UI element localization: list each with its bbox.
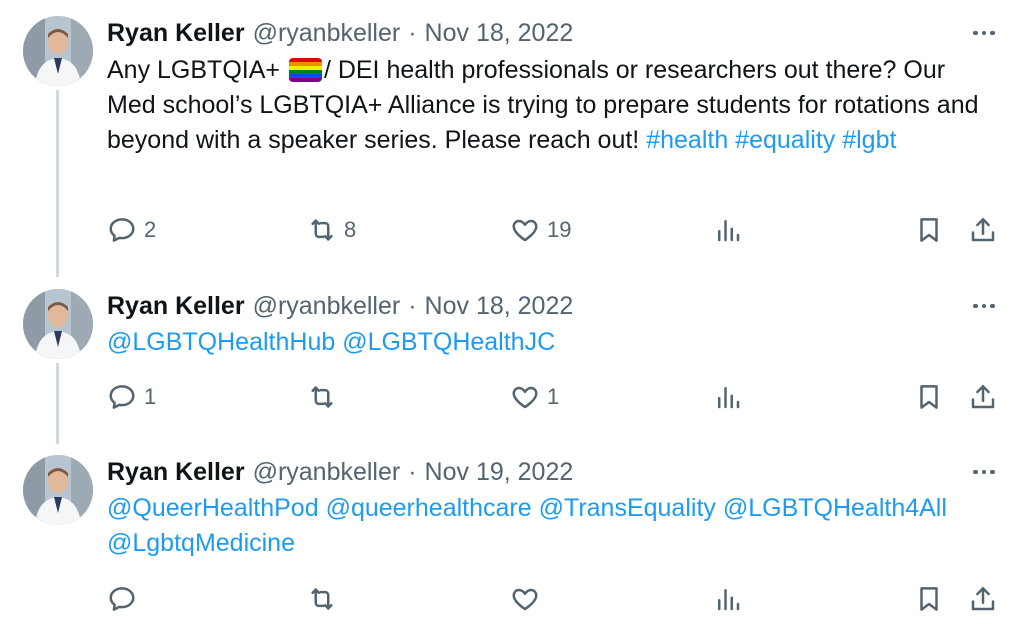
action-bar: 2 8 19 [0, 210, 1024, 250]
reply-icon [109, 385, 135, 409]
author-handle[interactable]: @ryanbkeller [253, 458, 401, 487]
author-name[interactable]: Ryan Keller [107, 19, 245, 48]
views-icon [718, 589, 740, 611]
more-icon[interactable] [970, 292, 998, 320]
avatar[interactable] [23, 16, 93, 86]
mention-link[interactable]: @LGBTQHealth4All [723, 494, 947, 522]
mention-link[interactable]: @queerhealthcare [326, 494, 532, 522]
views-icon [718, 220, 740, 242]
tweet-date[interactable]: Nov 19, 2022 [425, 458, 574, 487]
like-icon [512, 588, 538, 611]
retweet-icon [311, 386, 333, 408]
tweet-text-part: Any LGBTQIA+ [107, 56, 287, 84]
author-name[interactable]: Ryan Keller [107, 458, 245, 487]
views-button[interactable] [713, 210, 743, 250]
views-button[interactable] [713, 579, 743, 619]
tweet-header: Ryan Keller @ryanbkeller · Nov 19, 2022 [107, 455, 573, 489]
bookmark-icon [920, 587, 938, 611]
tweet-text: @LGBTQHealthHub @LGBTQHealthJC [107, 325, 997, 360]
reply-button[interactable] [107, 579, 144, 619]
tweet-text: Any LGBTQIA+ / DEI health professionals … [107, 53, 997, 158]
like-count: 19 [547, 217, 572, 242]
author-handle[interactable]: @ryanbkeller [253, 19, 401, 48]
hashtag-link[interactable]: #health [646, 126, 728, 154]
like-button[interactable]: 1 [510, 377, 559, 417]
avatar-photo [23, 455, 93, 525]
mention-link[interactable]: @LGBTQHealthHub [107, 328, 335, 356]
tweet-header: Ryan Keller @ryanbkeller · Nov 18, 2022 [107, 289, 573, 323]
mention-link[interactable]: @LGBTQHealthJC [342, 328, 555, 356]
like-button[interactable] [510, 579, 547, 619]
bookmark-icon [920, 385, 938, 409]
share-icon [971, 587, 995, 611]
bookmark-icon [920, 218, 938, 242]
like-button[interactable]: 19 [510, 210, 571, 250]
hashtag-link[interactable]: #lgbt [842, 126, 896, 154]
action-bar [0, 579, 1024, 619]
bookmark-button[interactable] [914, 210, 944, 250]
more-icon[interactable] [970, 19, 998, 47]
share-button[interactable] [968, 579, 998, 619]
like-count: 1 [547, 384, 560, 409]
more-icon[interactable] [970, 458, 998, 486]
reply-icon [109, 587, 135, 611]
author-handle[interactable]: @ryanbkeller [253, 292, 401, 321]
share-button[interactable] [968, 210, 998, 250]
avatar[interactable] [23, 289, 93, 359]
reply-button[interactable]: 1 [107, 377, 156, 417]
reply-icon [109, 218, 135, 242]
mention-link[interactable]: @LgbtqMedicine [107, 529, 295, 557]
mention-link[interactable]: @QueerHealthPod [107, 494, 319, 522]
separator: · [408, 457, 417, 486]
retweet-button[interactable] [307, 579, 344, 619]
reply-count: 2 [144, 217, 157, 242]
tweet-date[interactable]: Nov 18, 2022 [425, 292, 574, 321]
reply-button[interactable]: 2 [107, 210, 156, 250]
tweet-date[interactable]: Nov 18, 2022 [425, 19, 574, 48]
retweet-icon [311, 219, 333, 241]
share-icon [971, 218, 995, 242]
avatar-photo [23, 16, 93, 86]
retweet-button[interactable]: 8 [307, 210, 356, 250]
action-bar: 1 1 [0, 377, 1024, 417]
views-icon [718, 387, 740, 409]
tweet-header: Ryan Keller @ryanbkeller · Nov 18, 2022 [107, 16, 573, 50]
share-button[interactable] [968, 377, 998, 417]
bookmark-button[interactable] [914, 377, 944, 417]
reply-count: 1 [144, 384, 157, 409]
separator: · [408, 291, 417, 320]
separator: · [408, 18, 417, 47]
views-button[interactable] [713, 377, 743, 417]
avatar-photo [23, 289, 93, 359]
author-name[interactable]: Ryan Keller [107, 292, 245, 321]
avatar[interactable] [23, 455, 93, 525]
hashtag-link[interactable]: #equality [735, 126, 835, 154]
mention-link[interactable]: @TransEquality [539, 494, 716, 522]
retweet-button[interactable] [307, 377, 344, 417]
share-icon [971, 385, 995, 409]
like-icon [512, 219, 538, 242]
tweet-text: @QueerHealthPod @queerhealthcare @TransE… [107, 491, 997, 561]
retweet-icon [311, 588, 333, 610]
bookmark-button[interactable] [914, 579, 944, 619]
retweet-count: 8 [344, 217, 357, 242]
rainbow-flag-icon [288, 58, 322, 82]
like-icon [512, 386, 538, 409]
